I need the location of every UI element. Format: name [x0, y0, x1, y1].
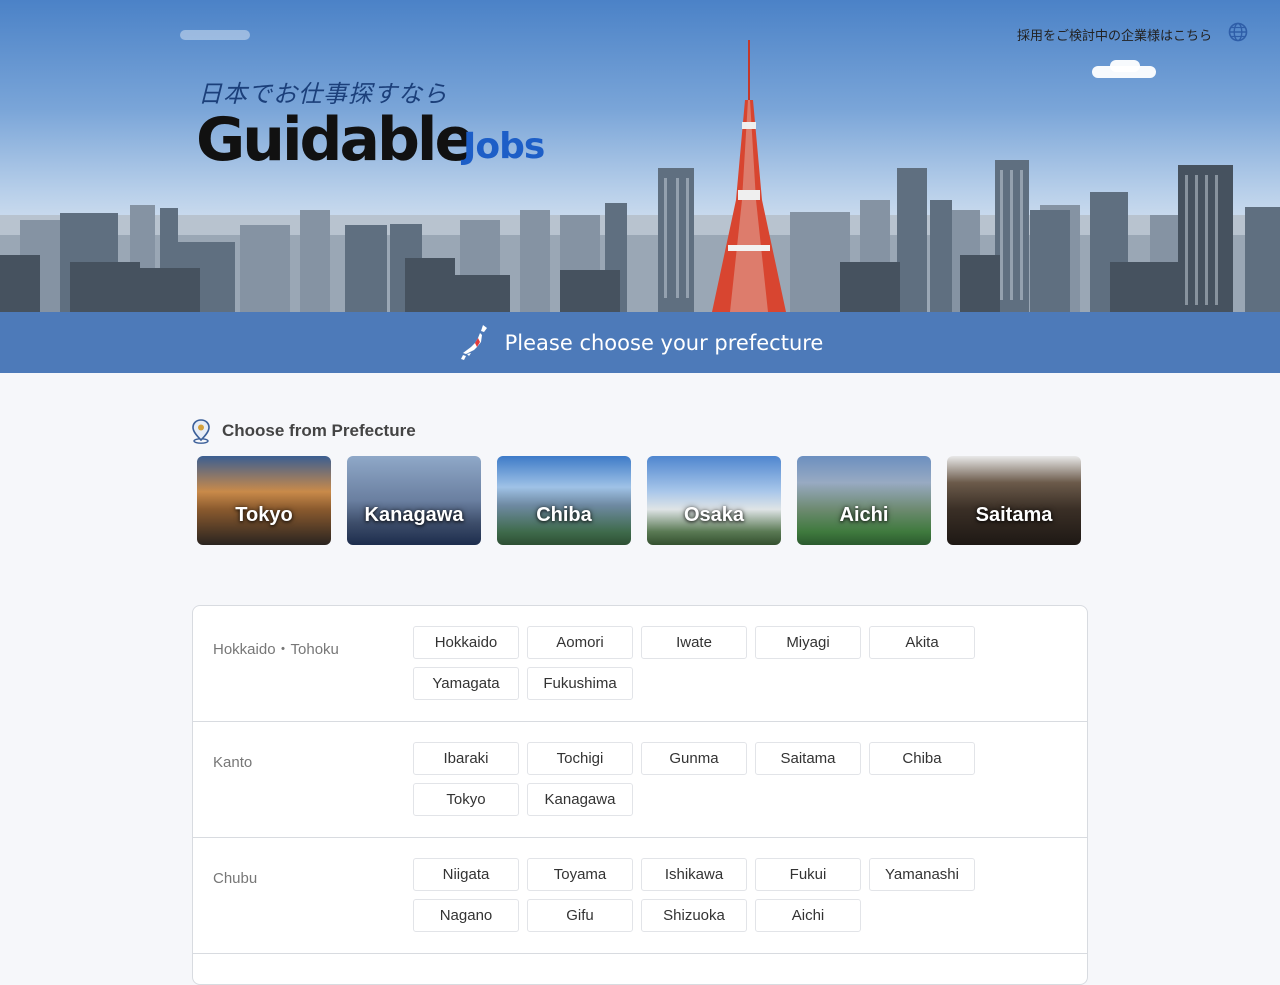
prefecture-button[interactable]: Tokyo [413, 783, 519, 816]
prefecture-card-aichi[interactable]: Aichi [797, 456, 931, 545]
japan-map-icon [460, 324, 487, 360]
prefecture-button[interactable]: Akita [869, 626, 975, 659]
logo-jobs: Jobs [463, 126, 545, 167]
region-name: Hokkaido・Tohoku [213, 641, 339, 658]
prefecture-card-osaka[interactable]: Osaka [647, 456, 781, 545]
tokyo-tower [712, 40, 786, 312]
prefecture-button[interactable]: Shizuoka [641, 899, 747, 932]
hero-banner: 採用をご検討中の企業様はこちら 日本でお仕事探すなら Guidable Jobs [0, 0, 1280, 312]
prefecture-button[interactable]: Chiba [869, 742, 975, 775]
prefecture-button[interactable]: Nagano [413, 899, 519, 932]
prefecture-list: Ibaraki Tochigi Gunma Saitama Chiba Toky… [413, 742, 993, 837]
prefecture-button[interactable]: Yamagata [413, 667, 519, 700]
prefecture-button[interactable]: Tochigi [527, 742, 633, 775]
banner-title: Please choose your prefecture [504, 330, 824, 355]
prefecture-list: Hokkaido Aomori Iwate Miyagi Akita Yamag… [413, 626, 993, 721]
region-row-hokkaido-tohoku: Hokkaido・Tohoku Hokkaido Aomori Iwate Mi… [193, 606, 1087, 722]
prefecture-card-kanagawa[interactable]: Kanagawa [347, 456, 481, 545]
prefecture-button[interactable]: Saitama [755, 742, 861, 775]
prefecture-card-saitama[interactable]: Saitama [947, 456, 1081, 545]
prefecture-card-tokyo[interactable]: Tokyo [197, 456, 331, 545]
prefecture-button[interactable]: Niigata [413, 858, 519, 891]
region-row-chubu: Chubu Niigata Toyama Ishikawa Fukui Yama… [193, 838, 1087, 954]
region-table: Hokkaido・Tohoku Hokkaido Aomori Iwate Mi… [192, 605, 1088, 985]
region-row-kanto: Kanto Ibaraki Tochigi Gunma Saitama Chib… [193, 722, 1087, 838]
prefecture-button[interactable]: Hokkaido [413, 626, 519, 659]
prefecture-button[interactable]: Fukushima [527, 667, 633, 700]
card-label: Osaka [683, 504, 745, 526]
card-label: Aichi [839, 504, 889, 526]
region-name: Kanto [213, 754, 253, 771]
globe-icon[interactable] [1228, 22, 1248, 42]
prefecture-button[interactable]: Gifu [527, 899, 633, 932]
tokyo-skyline-image [0, 40, 1280, 312]
prefecture-button[interactable]: Iwate [641, 626, 747, 659]
prefecture-button[interactable]: Aomori [527, 626, 633, 659]
card-label: Tokyo [235, 504, 293, 526]
section-title: Choose from Prefecture [222, 421, 416, 440]
card-label: Saitama [975, 504, 1053, 526]
prefecture-card-chiba[interactable]: Chiba [497, 456, 631, 545]
card-label: Kanagawa [364, 504, 464, 526]
logo-brand: Guidable [196, 105, 475, 175]
map-pin-icon [192, 419, 210, 444]
prefecture-button[interactable]: Kanagawa [527, 783, 633, 816]
featured-section-header: Choose from Prefecture [190, 418, 416, 444]
prefecture-button[interactable]: Gunma [641, 742, 747, 775]
prefecture-button[interactable]: Miyagi [755, 626, 861, 659]
card-label: Chiba [536, 504, 592, 526]
prefecture-button[interactable]: Aichi [755, 899, 861, 932]
prefecture-list: Niigata Toyama Ishikawa Fukui Yamanashi … [413, 858, 993, 953]
prefecture-button[interactable]: Toyama [527, 858, 633, 891]
prefecture-button[interactable]: Fukui [755, 858, 861, 891]
featured-prefecture-cards: Tokyo Kanagawa Chiba Osaka Aichi Saitama [197, 456, 1081, 545]
region-name: Chubu [213, 870, 258, 887]
prefecture-button[interactable]: Yamanashi [869, 858, 975, 891]
prefecture-button[interactable]: Ibaraki [413, 742, 519, 775]
employer-link[interactable]: 採用をご検討中の企業様はこちら [1017, 25, 1212, 44]
prefecture-button[interactable]: Ishikawa [641, 858, 747, 891]
prefecture-banner: Please choose your prefecture [0, 312, 1280, 373]
